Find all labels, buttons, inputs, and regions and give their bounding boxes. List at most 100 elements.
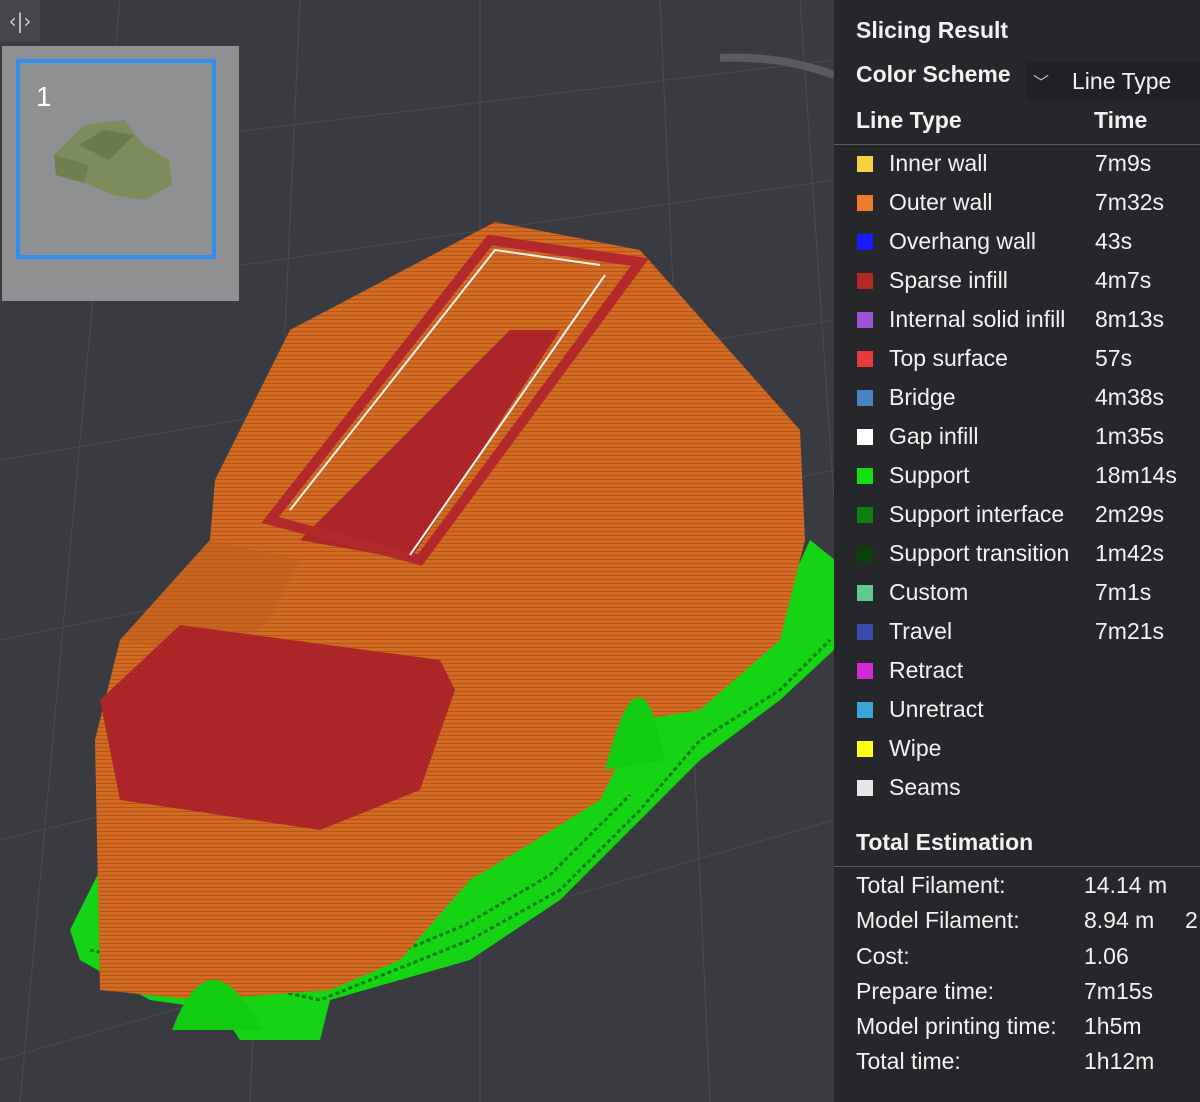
stat-value: 1.06 xyxy=(1084,942,1129,969)
line-type-time: 7m1s xyxy=(1095,579,1152,605)
stat-label: Total time: xyxy=(856,1048,961,1075)
line-type-time: 2m29s xyxy=(1095,501,1165,527)
color-swatch xyxy=(857,741,873,757)
color-swatch xyxy=(857,390,873,406)
legend-row[interactable]: Internal solid infill 8m13s xyxy=(834,301,1200,340)
line-type-label: Support interface xyxy=(889,501,1065,527)
total-estimation-title: Total Estimation xyxy=(856,829,1034,855)
stat-value: 1h5m xyxy=(1084,1013,1142,1040)
line-type-time: 1m35s xyxy=(1095,423,1165,449)
stat-value: 14.14 m xyxy=(1084,872,1168,898)
line-type-label: Sparse infill xyxy=(889,267,1008,293)
color-swatch xyxy=(857,312,873,328)
stat-row: Prepare time: 7m15s xyxy=(834,976,1200,1011)
line-type-label: Support transition xyxy=(889,540,1070,566)
line-type-label: Outer wall xyxy=(889,189,993,215)
panel-title: Slicing Result xyxy=(856,17,1009,43)
legend-row[interactable]: Retract xyxy=(834,652,1200,691)
legend-row[interactable]: Support interface 2m29s xyxy=(834,496,1200,535)
color-scheme-dropdown[interactable]: ﹀ Line Type xyxy=(1026,62,1200,100)
color-swatch xyxy=(857,234,873,250)
stat-label: Total Filament: xyxy=(856,872,1006,898)
time-header: Time xyxy=(1094,107,1148,133)
legend-row[interactable]: Unretract xyxy=(834,691,1200,730)
line-type-time: 1m42s xyxy=(1095,540,1165,566)
color-swatch xyxy=(857,351,873,367)
line-type-time: 8m13s xyxy=(1095,306,1165,332)
stat-label: Model Filament: xyxy=(856,907,1020,934)
line-type-label: Unretract xyxy=(889,696,984,722)
plate-model-thumbnail xyxy=(54,120,172,200)
estimation-stats: Total Filament: 14.14 m Model Filament: 8.9… xyxy=(834,870,1200,1082)
color-scheme-label: Color Scheme xyxy=(856,61,1011,87)
line-type-label: Inner wall xyxy=(889,150,988,176)
stat-row: Total time: 1h12m xyxy=(834,1046,1200,1081)
line-type-time: 7m9s xyxy=(1095,150,1152,176)
stat-extra: 2 xyxy=(1185,907,1198,934)
stat-row: Cost: 1.06 xyxy=(834,941,1200,976)
line-type-time: 18m14s xyxy=(1095,462,1177,488)
stat-label: Prepare time: xyxy=(856,977,995,1004)
color-swatch xyxy=(857,429,873,445)
color-swatch xyxy=(857,507,873,523)
collapse-sidebar-icon[interactable]: ‹|› xyxy=(0,0,40,42)
color-scheme-value: Line Type xyxy=(1072,67,1172,94)
legend-row[interactable]: Travel 7m21s xyxy=(834,613,1200,652)
estimation-divider xyxy=(834,866,1200,867)
line-type-time: 43s xyxy=(1095,228,1133,254)
stat-row: Model Filament: 8.94 m 2 xyxy=(834,905,1200,940)
legend-row[interactable]: Overhang wall 43s xyxy=(834,223,1200,262)
stat-value: 1h12m xyxy=(1084,1048,1155,1075)
line-type-time: 7m21s xyxy=(1095,618,1165,644)
legend-row[interactable]: Custom 7m1s xyxy=(834,574,1200,613)
color-swatch xyxy=(857,663,873,679)
line-type-label: Wipe xyxy=(889,735,942,761)
color-swatch xyxy=(857,156,873,172)
legend-row[interactable]: Seams xyxy=(834,769,1200,808)
plate-card[interactable]: 1 xyxy=(16,59,216,259)
bed-edge xyxy=(719,53,836,79)
color-swatch xyxy=(857,273,873,289)
line-type-label: Top surface xyxy=(889,345,1008,371)
color-swatch xyxy=(857,585,873,601)
line-type-label: Travel xyxy=(889,618,953,644)
stat-row: Total Filament: 14.14 m xyxy=(834,870,1200,905)
color-swatch xyxy=(857,546,873,562)
line-type-time: 57s xyxy=(1095,345,1133,371)
chevron-down-icon: ﹀ xyxy=(1032,73,1049,92)
color-swatch xyxy=(857,780,873,796)
plate-thumbnail-panel: 1 xyxy=(2,46,239,301)
line-type-label: Bridge xyxy=(889,384,956,410)
line-type-time: 4m38s xyxy=(1095,384,1165,410)
line-type-time: 7m32s xyxy=(1095,189,1165,215)
line-type-label: Custom xyxy=(889,579,969,605)
legend-row[interactable]: Bridge 4m38s xyxy=(834,379,1200,418)
color-swatch xyxy=(857,624,873,640)
legend-row[interactable]: Wipe xyxy=(834,730,1200,769)
legend-row[interactable]: Support transition 1m42s xyxy=(834,535,1200,574)
line-type-label: Retract xyxy=(889,657,964,683)
legend-row[interactable]: Outer wall 7m32s xyxy=(834,184,1200,223)
legend-row[interactable]: Sparse infill 4m7s xyxy=(834,262,1200,301)
legend-row[interactable]: Gap infill 1m35s xyxy=(834,418,1200,457)
line-type-legend: Inner wall 7m9s Outer wall 7m32s Overhang wa… xyxy=(834,145,1200,808)
line-type-label: Seams xyxy=(889,774,961,800)
legend-row[interactable]: Inner wall 7m9s xyxy=(834,145,1200,184)
line-type-time: 4m7s xyxy=(1095,267,1152,293)
stat-value: 8.94 m xyxy=(1084,907,1155,934)
line-type-label: Overhang wall xyxy=(889,228,1037,254)
legend-row[interactable]: Support 18m14s xyxy=(834,457,1200,496)
legend-row[interactable]: Top surface 57s xyxy=(834,340,1200,379)
stat-label: Model printing time: xyxy=(856,1013,1057,1040)
stat-value: 7m15s xyxy=(1084,977,1154,1004)
color-swatch xyxy=(857,702,873,718)
stat-row: Model printing time: 1h5m xyxy=(834,1011,1200,1046)
line-type-label: Internal solid infill xyxy=(889,306,1066,332)
line-type-header: Line Type xyxy=(856,107,962,133)
line-type-label: Support xyxy=(889,462,970,488)
stat-label: Cost: xyxy=(856,942,910,969)
line-type-label: Gap infill xyxy=(889,423,979,449)
color-swatch xyxy=(857,468,873,484)
color-swatch xyxy=(857,195,873,211)
slicing-result-panel: Slicing Result Color Scheme ﹀ Line Type … xyxy=(834,0,1200,1102)
